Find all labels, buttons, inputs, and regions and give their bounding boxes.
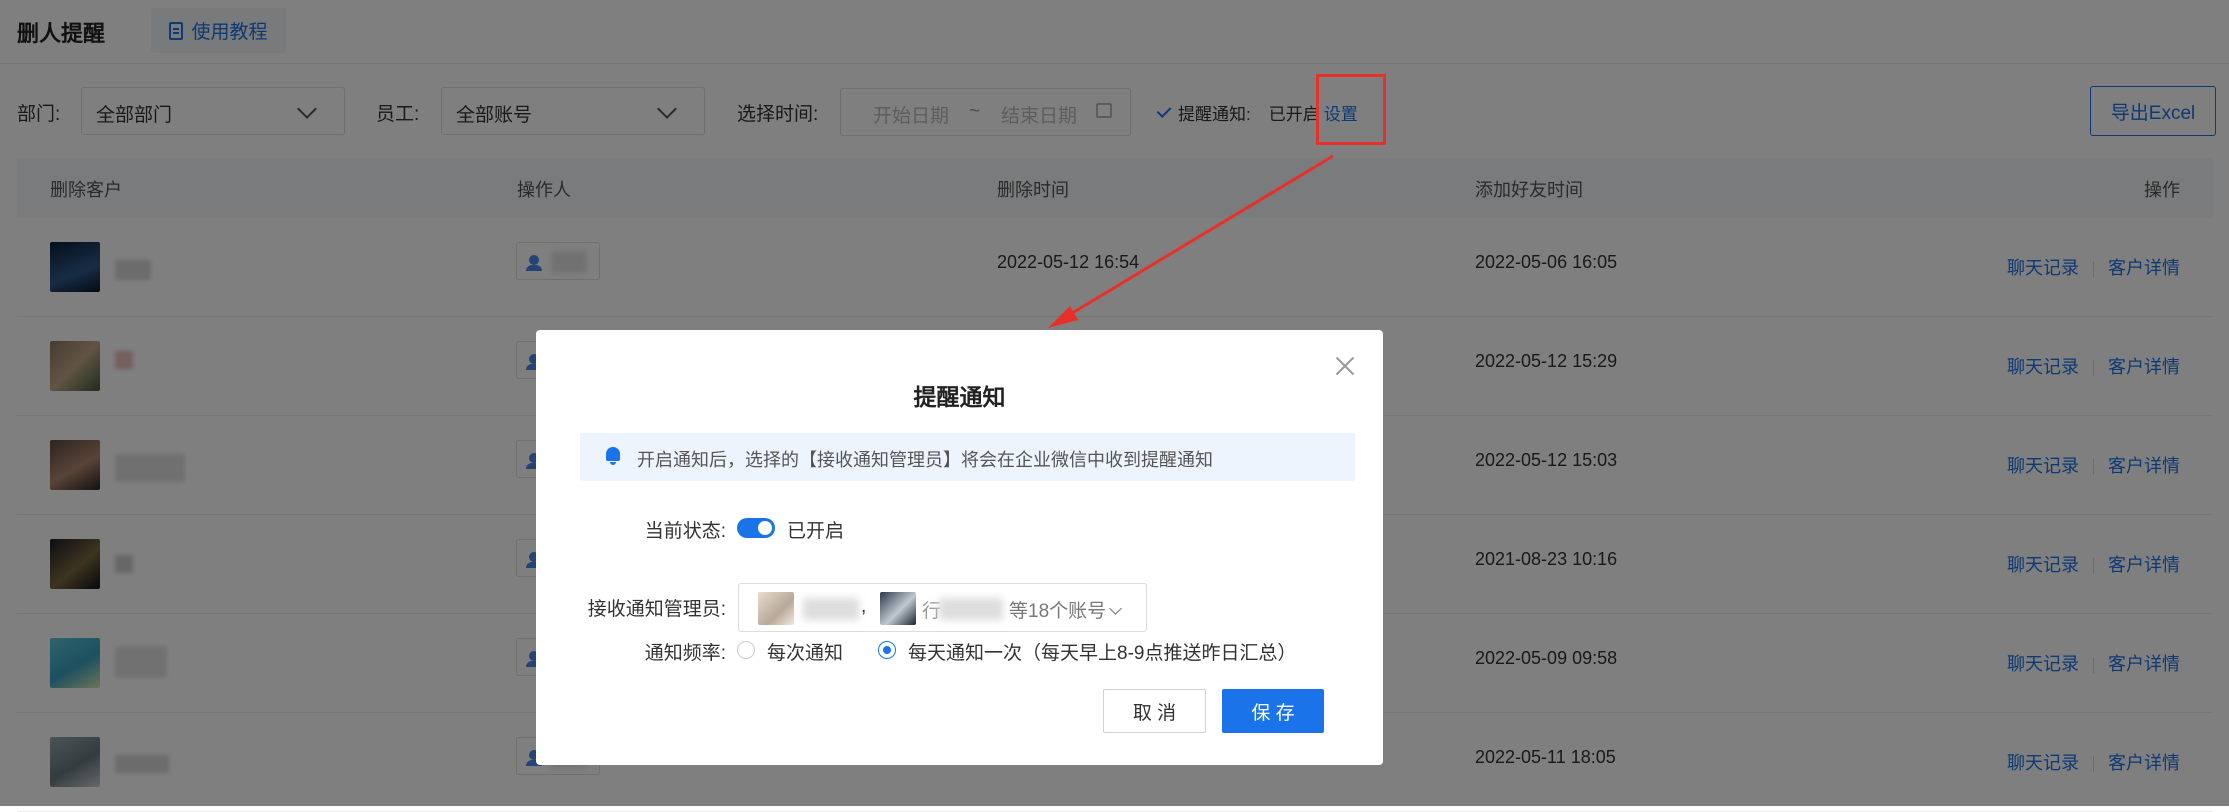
admin-avatar bbox=[880, 592, 916, 625]
bell-icon bbox=[606, 447, 620, 465]
page: 删人提醒 使用教程 部门: 全部部门 员工: 全部账号 选择时间: 开始日期 ~… bbox=[0, 0, 2229, 812]
radio-daily[interactable] bbox=[878, 641, 896, 659]
info-text: 开启通知后，选择的【接收通知管理员】将会在企业微信中收到提醒通知 bbox=[637, 450, 1213, 470]
status-label: 当前状态: bbox=[644, 521, 726, 542]
admin-separator: , bbox=[861, 596, 867, 617]
admin-label: 接收通知管理员: bbox=[587, 599, 726, 620]
admin-name-blurred bbox=[803, 598, 859, 620]
radio-each-time[interactable] bbox=[737, 641, 755, 659]
admin-select[interactable]: , 行 等18个账号 bbox=[738, 583, 1147, 632]
notify-toggle[interactable] bbox=[737, 518, 775, 538]
status-value: 已开启 bbox=[787, 521, 845, 542]
admin-count-text: 等18个账号 bbox=[1009, 601, 1107, 622]
cancel-button[interactable]: 取 消 bbox=[1103, 689, 1206, 733]
radio-daily-label[interactable]: 每天通知一次（每天早上8-9点推送昨日汇总） bbox=[908, 638, 1296, 665]
radio-each-time-label[interactable]: 每次通知 bbox=[767, 638, 843, 665]
admin-count: 等18个账号 bbox=[1009, 596, 1123, 623]
close-icon[interactable] bbox=[1335, 356, 1355, 376]
annotation-highlight-box bbox=[1316, 74, 1386, 145]
admin-name-blurred bbox=[939, 598, 1003, 620]
notify-settings-dialog: 提醒通知 开启通知后，选择的【接收通知管理员】将会在企业微信中收到提醒通知 当前… bbox=[536, 330, 1383, 765]
chevron-down-icon bbox=[1109, 602, 1123, 615]
save-button[interactable]: 保 存 bbox=[1222, 689, 1324, 733]
admin-avatar bbox=[758, 592, 794, 625]
toggle-knob bbox=[758, 521, 772, 535]
frequency-label: 通知频率: bbox=[644, 643, 726, 664]
info-banner: 开启通知后，选择的【接收通知管理员】将会在企业微信中收到提醒通知 bbox=[580, 433, 1355, 481]
dialog-title: 提醒通知 bbox=[913, 384, 1006, 410]
